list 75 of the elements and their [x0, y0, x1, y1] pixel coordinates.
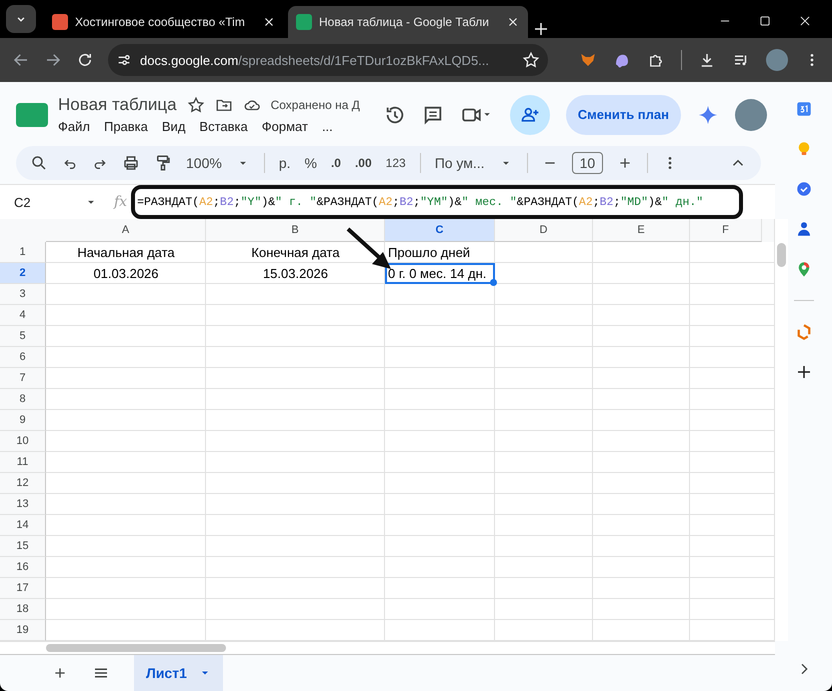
column-header[interactable]: E — [593, 219, 690, 242]
maximize-icon[interactable] — [758, 14, 772, 28]
decrease-decimals-button[interactable]: .0 — [330, 156, 341, 170]
row-header[interactable]: 5 — [0, 326, 46, 348]
number-format-button[interactable]: 123 — [386, 156, 406, 170]
function-label: fx — [114, 194, 128, 210]
profile-avatar[interactable] — [766, 49, 788, 71]
menu-item[interactable]: Вставка — [199, 119, 248, 134]
menu-item[interactable]: Файл — [58, 119, 90, 134]
paint-format-icon[interactable] — [154, 154, 172, 172]
row-header[interactable]: 11 — [0, 452, 46, 474]
row-header[interactable]: 9 — [0, 410, 46, 432]
reload-icon[interactable] — [76, 51, 94, 69]
row-header[interactable]: 1 — [0, 242, 46, 264]
row-header[interactable]: 17 — [0, 578, 46, 600]
cell-reference[interactable]: C2 — [0, 194, 84, 210]
upgrade-plan-button[interactable]: Сменить план — [566, 94, 681, 135]
row-header[interactable]: 4 — [0, 305, 46, 326]
row-header[interactable]: 18 — [0, 599, 46, 620]
row-header[interactable]: 13 — [0, 494, 46, 516]
row-header[interactable]: 10 — [0, 431, 46, 452]
table-cell-text: Начальная дата — [76, 244, 176, 262]
vertical-scrollbar[interactable] — [774, 219, 788, 642]
row-header[interactable]: 19 — [0, 620, 46, 642]
table-cell-text: 01.03.2026 — [92, 265, 160, 284]
save-status: Сохранено на Д — [270, 98, 360, 112]
column-header[interactable]: C — [385, 219, 495, 242]
increase-decimals-button[interactable]: .00 — [354, 156, 372, 170]
table-cell-text: 15.03.2026 — [262, 265, 330, 284]
column-header[interactable]: D — [495, 219, 593, 242]
close-icon[interactable] — [798, 14, 812, 28]
site-settings-icon[interactable] — [116, 52, 132, 68]
url-text: docs.google.com/spreadsheets/d/1FeTDur1ozBkFAxLQD5... — [140, 52, 490, 68]
menu-item[interactable]: Правка — [104, 119, 148, 134]
formula-field[interactable]: =РАЗНДАТ(A2;B2;"Y")&" г. "&РАЗНДАТ(A2;B2;"YM")&" мес. "&РАЗНДАТ(A2;B2;"MD")&" дн." — [131, 185, 744, 220]
table-cell-text: Прошло дней — [387, 244, 472, 262]
row-header[interactable]: 16 — [0, 557, 46, 578]
address-bar[interactable]: docs.google.com/spreadsheets/d/1FeTDur1ozBkFAxLQD5... — [108, 44, 548, 76]
new-tab-icon[interactable] — [532, 20, 550, 38]
currency-format-button[interactable]: р. — [278, 155, 290, 172]
account-avatar[interactable] — [735, 98, 767, 131]
print-icon[interactable] — [122, 154, 140, 172]
font-select[interactable]: По ум... — [434, 155, 485, 172]
check-circle-icon[interactable] — [794, 180, 812, 198]
sheet-tab[interactable]: Лист1 — [134, 655, 223, 691]
row-header[interactable]: 8 — [0, 389, 46, 410]
browser-tab[interactable]: Хостинговое сообщество «Tim — [44, 6, 284, 38]
row-header[interactable]: 3 — [0, 284, 46, 306]
calendar-icon[interactable] — [794, 100, 812, 118]
table-cell: 0 г. 0 мес. 14 дн. — [385, 263, 495, 284]
row-header[interactable]: 2 — [0, 263, 46, 284]
menu-item[interactable]: Формат — [262, 119, 308, 134]
row-header[interactable]: 15 — [0, 536, 46, 558]
hexagon-icon[interactable] — [794, 323, 812, 341]
table-cell-text: Конечная дата — [250, 244, 341, 262]
share-button[interactable] — [510, 94, 550, 135]
row-header[interactable]: 7 — [0, 368, 46, 390]
font-size-field[interactable]: 10 — [572, 152, 604, 174]
document-title[interactable]: Новая таблица — [58, 95, 177, 116]
percent-format-button[interactable]: % — [304, 155, 317, 172]
sheets-favicon-icon — [296, 14, 312, 30]
horizontal-scrollbar[interactable] — [0, 641, 775, 656]
search-icon[interactable] — [30, 154, 48, 172]
zoom-select[interactable]: 100% — [186, 155, 222, 172]
sheets-logo[interactable] — [16, 102, 48, 127]
menu-item[interactable]: Вид — [162, 119, 186, 134]
column-header[interactable]: A — [46, 219, 206, 242]
row-header[interactable]: 14 — [0, 515, 46, 536]
column-header[interactable]: F — [690, 219, 762, 242]
browser-tab[interactable]: Новая таблица - Google Табли — [288, 6, 528, 38]
menu-item[interactable]: ... — [322, 119, 333, 134]
star-icon[interactable] — [186, 96, 205, 114]
row-header[interactable]: 12 — [0, 473, 46, 494]
row-header[interactable]: 6 — [0, 347, 46, 368]
sparkle-icon[interactable] — [697, 104, 719, 126]
